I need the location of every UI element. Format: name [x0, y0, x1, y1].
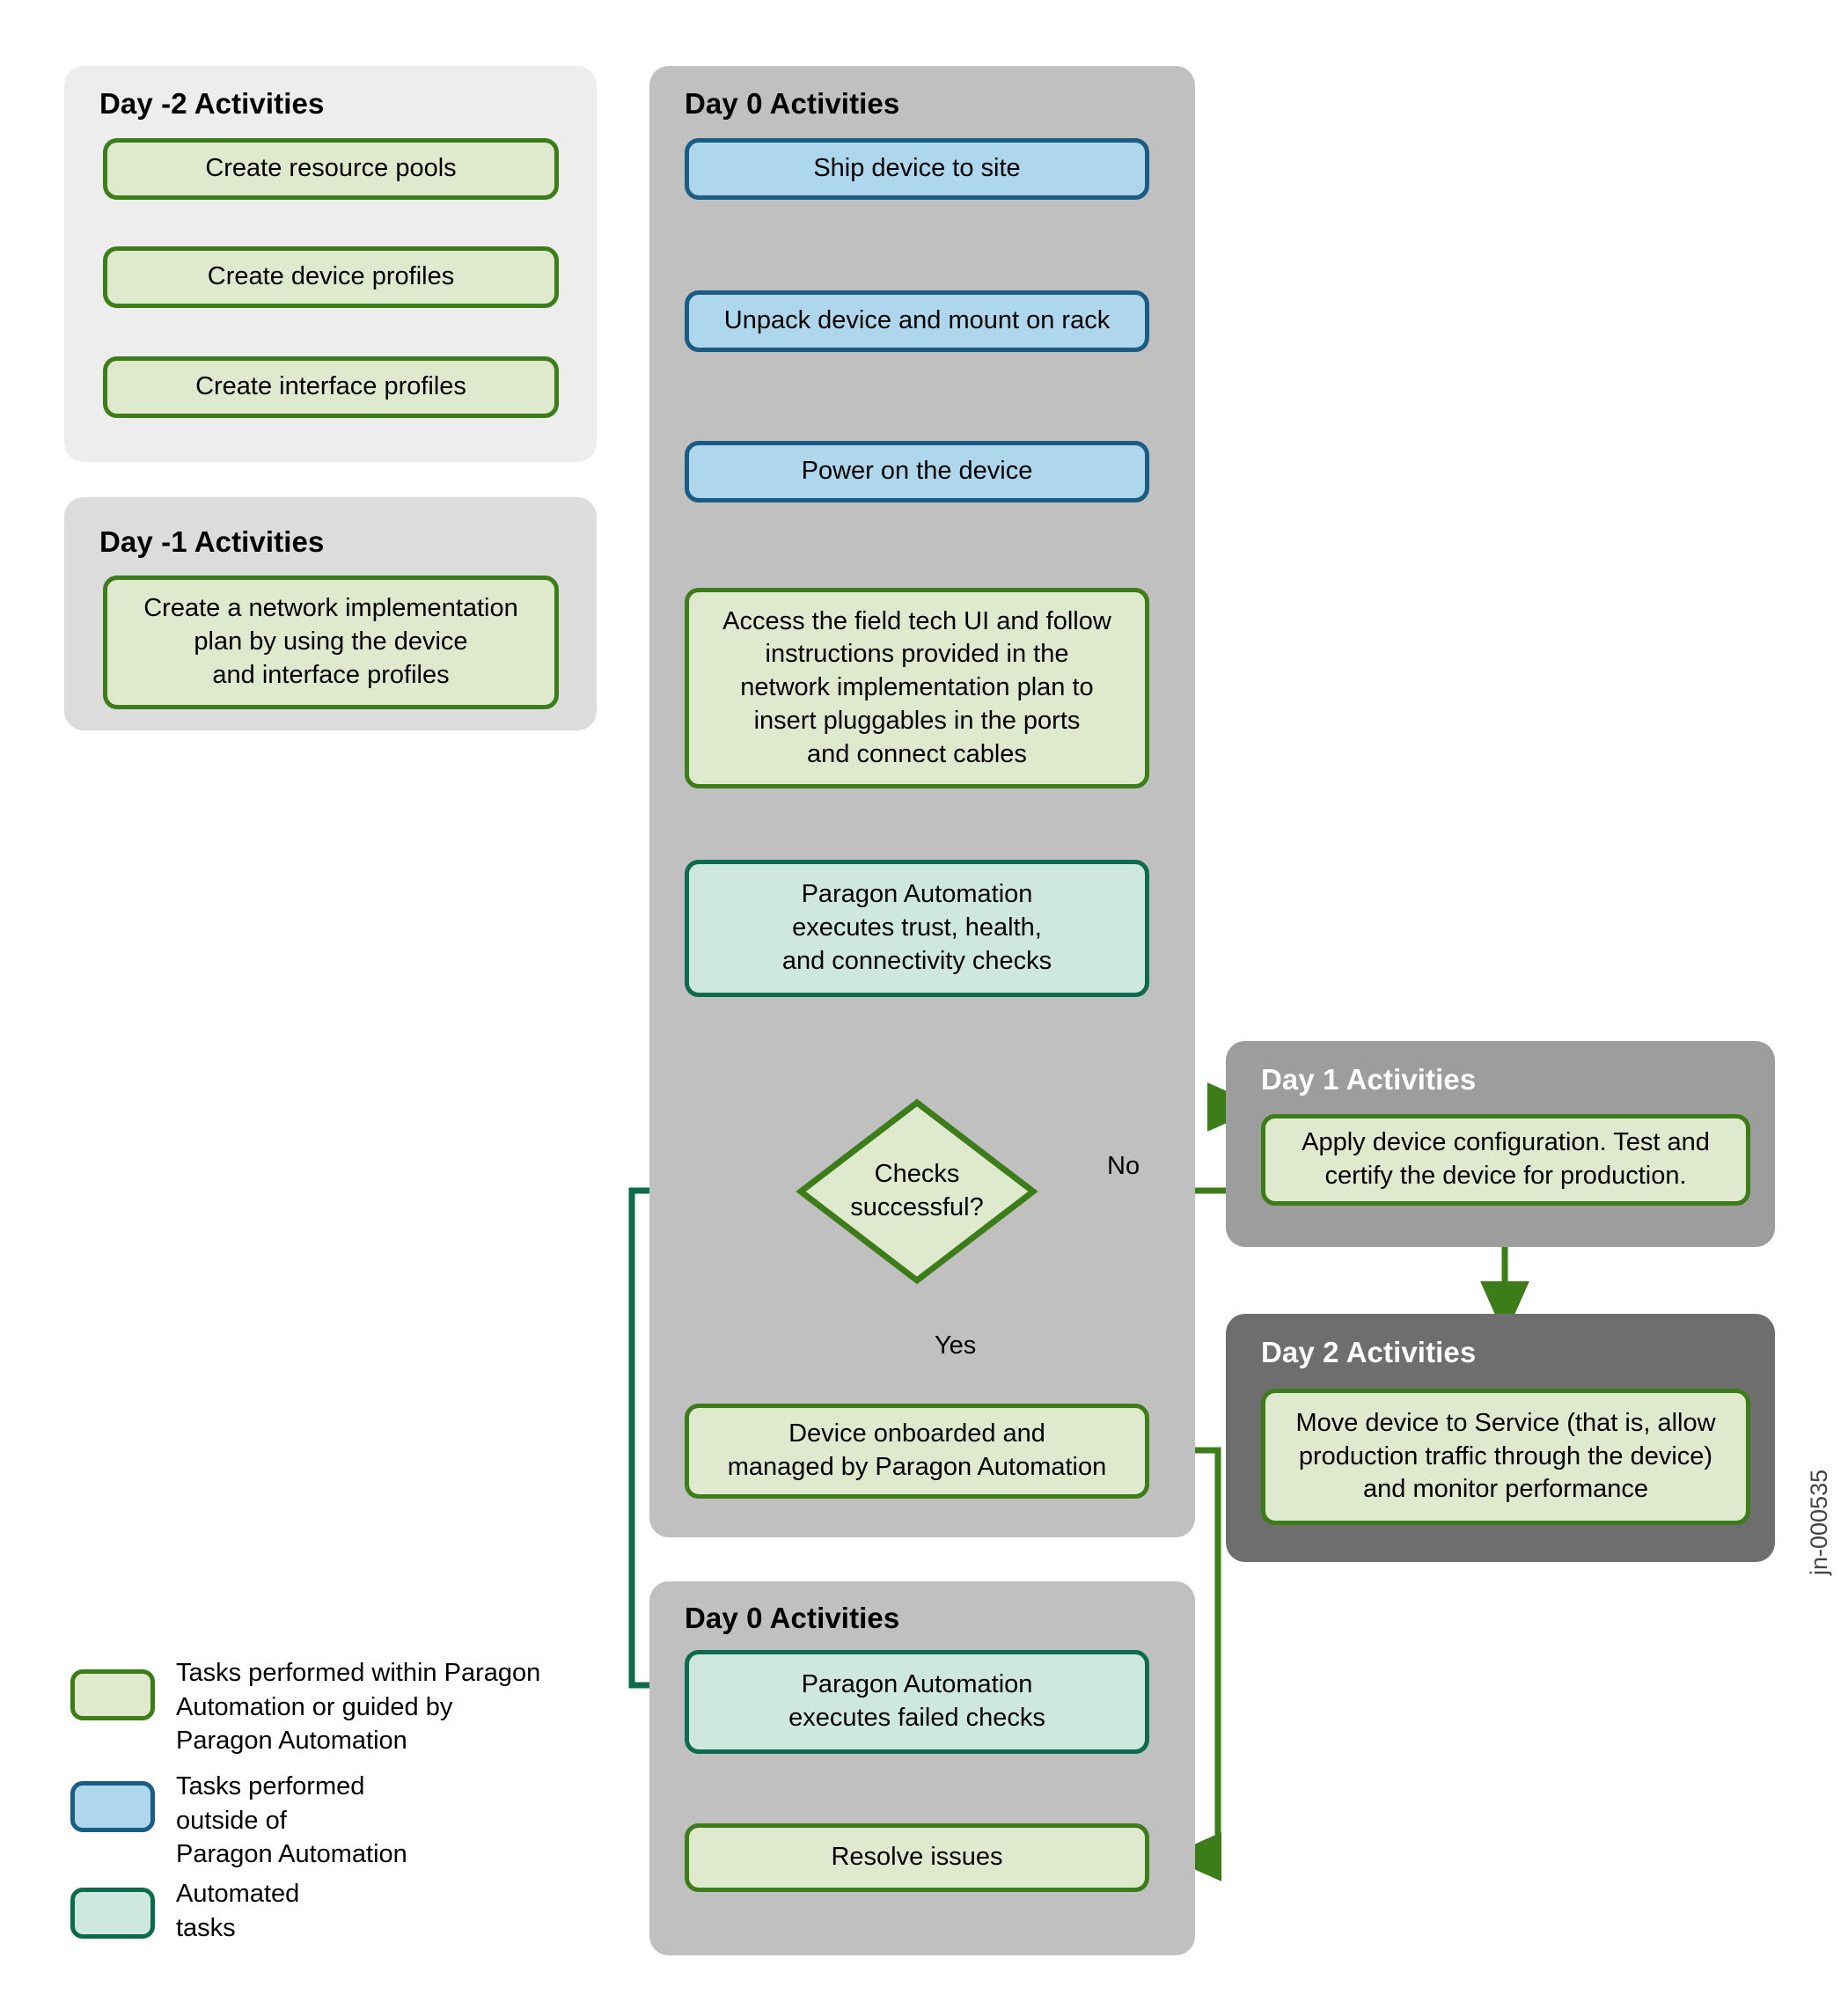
node-create-resource-pools: Create resource pools [103, 138, 559, 200]
node-access-field-tech-ui: Access the field tech UI and follow inst… [685, 588, 1149, 788]
node-label: Resolve issues [831, 1843, 1003, 1872]
node-executes-checks: Paragon Automation executes trust, healt… [685, 860, 1149, 997]
node-label: Move device to Service (that is, allow p… [1295, 1408, 1716, 1504]
node-label: Create a network implementation plan by … [143, 594, 518, 689]
panel-day-minus-1-title: Day -1 Activities [99, 525, 325, 558]
node-power-on-device: Power on the device [685, 441, 1149, 502]
legend-swatch-teal [70, 1888, 155, 1939]
node-label: Apply device configuration. Test and cer… [1302, 1128, 1710, 1190]
edge-label-no: No [1107, 1152, 1140, 1180]
node-label: Device onboarded and managed by Paragon … [727, 1419, 1107, 1481]
panel-day-2-title: Day 2 Activities [1261, 1336, 1477, 1368]
node-label: Create interface profiles [195, 372, 466, 401]
panel-day-0-top [649, 66, 1195, 1537]
node-label: Access the field tech UI and follow inst… [722, 606, 1111, 768]
node-label: Paragon Automation executes failed check… [788, 1670, 1045, 1732]
node-label: Paragon Automation executes trust, healt… [781, 880, 1052, 975]
figure-id-watermark: jn-000535 [1806, 1469, 1832, 1575]
panel-day-0-bottom-title: Day 0 Activities [685, 1602, 900, 1634]
panel-day-minus-2-title: Day -2 Activities [99, 87, 325, 120]
node-create-device-profiles: Create device profiles [103, 246, 559, 308]
node-executes-failed-checks: Paragon Automation executes failed check… [685, 1650, 1149, 1754]
node-ship-device-to-site: Ship device to site [685, 138, 1149, 200]
node-label: Ship device to site [813, 154, 1021, 183]
legend-label-teal: Automated tasks [176, 1880, 300, 1942]
panel-day-0-bottom [649, 1581, 1195, 1955]
panel-day-0-top-title: Day 0 Activities [685, 87, 900, 120]
node-device-onboarded: Device onboarded and managed by Paragon … [685, 1404, 1149, 1499]
edge-label-yes: Yes [935, 1331, 977, 1360]
node-apply-device-configuration: Apply device configuration. Test and cer… [1261, 1114, 1750, 1206]
legend-swatch-green [70, 1669, 155, 1720]
node-checks-successful-decision: Checks successful? [796, 1098, 1038, 1285]
node-create-interface-profiles: Create interface profiles [103, 356, 559, 418]
node-resolve-issues: Resolve issues [685, 1823, 1149, 1892]
node-label: Create device profiles [207, 262, 455, 291]
node-network-implementation-plan: Create a network implementation plan by … [103, 576, 559, 709]
node-move-device-to-service: Move device to Service (that is, allow p… [1261, 1389, 1750, 1525]
node-label: Power on the device [801, 457, 1033, 486]
node-unpack-device: Unpack device and mount on rack [685, 290, 1149, 352]
node-label: Create resource pools [205, 154, 457, 183]
legend-label-blue: Tasks performed outside of Paragon Autom… [176, 1772, 407, 1869]
flowchart-canvas: Day -2 Activities Create resource pools … [0, 0, 1848, 2002]
legend-swatch-blue [70, 1781, 155, 1832]
decision-label: Checks successful? [850, 1160, 984, 1221]
node-label: Unpack device and mount on rack [723, 306, 1111, 335]
panel-day-1-title: Day 1 Activities [1261, 1063, 1477, 1096]
legend-label-green: Tasks performed within Paragon Automatio… [176, 1659, 541, 1756]
